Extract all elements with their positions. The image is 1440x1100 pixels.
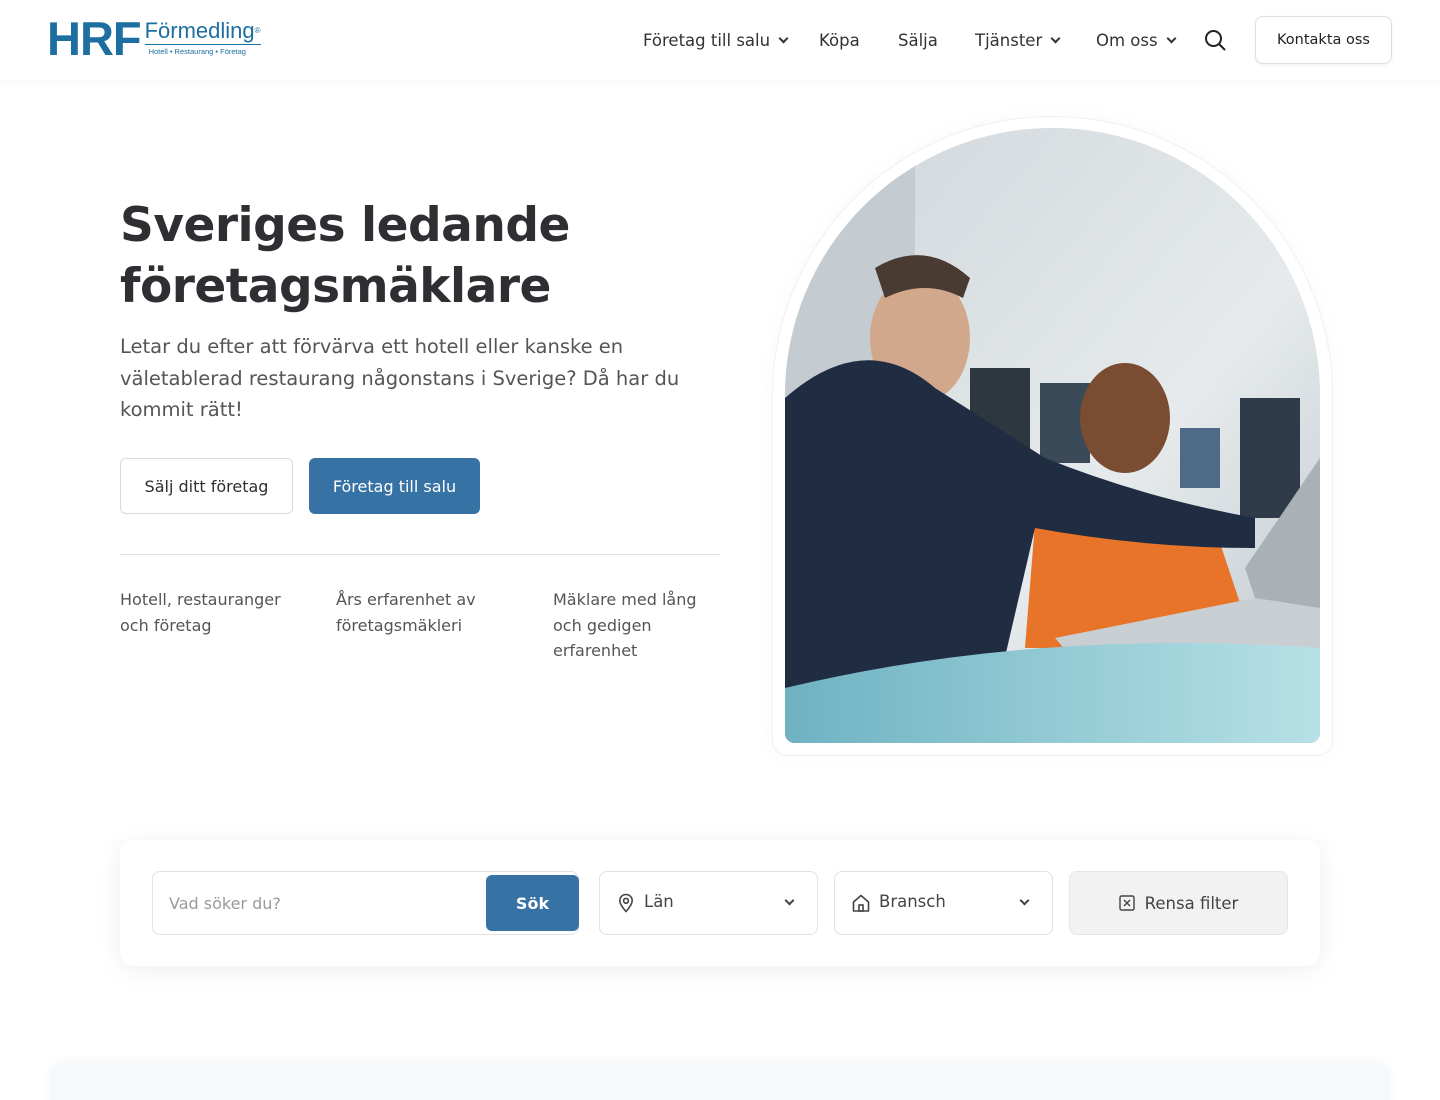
region-select-label: Län [644,892,674,911]
chevron-down-icon [784,895,795,906]
nav-item-label: Om oss [1096,30,1158,50]
stat-item: Hotell, restauranger och företag [120,590,281,635]
nav-item-foretag-till-salu[interactable]: Företag till salu [643,28,789,52]
search-icon[interactable] [1203,28,1227,52]
contact-button[interactable]: Kontakta oss [1255,16,1392,64]
chevron-down-icon [1166,33,1177,43]
stat-item: Mäklare med lång och gedigen erfarenhet [553,590,697,660]
search-submit-button[interactable]: Sök [486,875,579,931]
stat-item: Års erfarenhet av företagsmäkleri [336,590,476,635]
industry-select[interactable]: Bransch [834,871,1053,935]
companies-for-sale-button[interactable]: Företag till salu [309,458,480,514]
search-input[interactable] [169,872,479,934]
logo-name-wrap: Förmedling® [144,18,261,45]
nav-item-label: Tjänster [975,30,1043,50]
chevron-down-icon [778,33,789,43]
hero-image [785,128,1320,743]
nav-item-salja[interactable]: Sälja [898,28,938,52]
next-section-panel [50,1062,1390,1100]
logo-text-block: Förmedling® Hotell • Restaurang • Företa… [144,18,261,56]
nav-item-tjanster[interactable]: Tjänster [975,28,1061,52]
home-icon [852,894,870,912]
hero-divider [120,554,720,555]
nav-item-label: Sälja [898,30,938,50]
hero-text: Letar du efter att förvärva ett hotell e… [120,335,680,421]
logo-tagline: Hotell • Restaurang • Företag [148,47,246,56]
nav-item-kopa[interactable]: Köpa [819,28,860,52]
clear-x-icon [1118,895,1135,911]
hero-title: Sveriges ledande företagsmäklare [120,198,570,314]
clear-filter-button[interactable]: Rensa filter [1069,871,1288,935]
nav-item-om-oss[interactable]: Om oss [1096,28,1177,52]
site-header: HRF Förmedling® Hotell • Restaurang • Fö… [0,0,1440,80]
chevron-down-icon [1050,33,1061,43]
site-logo[interactable]: HRF Förmedling® Hotell • Restaurang • Fö… [47,12,261,65]
industry-select-label: Bransch [879,892,946,911]
clear-filter-label: Rensa filter [1144,893,1239,913]
region-select[interactable]: Län [599,871,818,935]
location-pin-icon [618,893,634,913]
nav-item-label: Företag till salu [643,30,771,50]
sell-company-button[interactable]: Sälj ditt företag [120,458,293,514]
logo-mark: ® [254,26,261,35]
nav-item-label: Köpa [819,30,860,50]
logo-hrf-text: HRF [47,12,142,65]
chevron-down-icon [1019,895,1030,906]
logo-name: Förmedling [144,18,255,43]
